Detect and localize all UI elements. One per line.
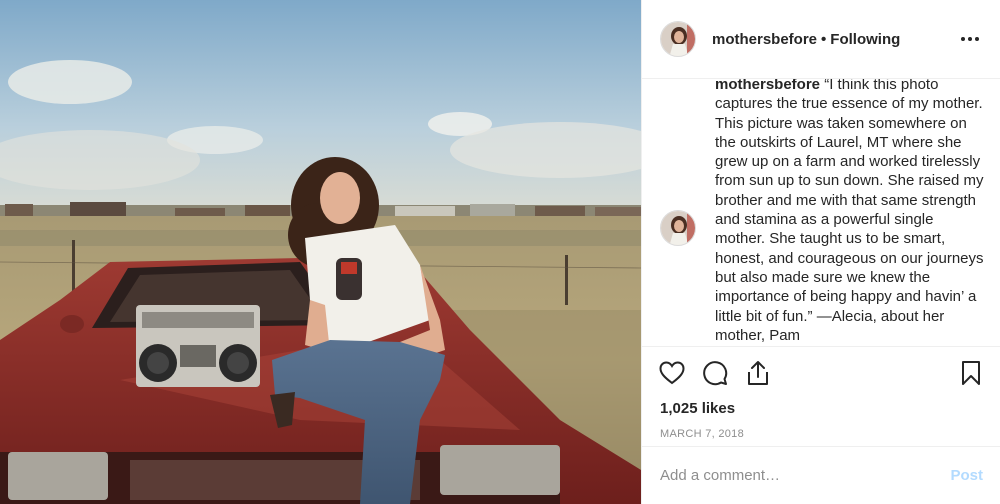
comments-area[interactable]: mothersbefore “I think this photo captur… bbox=[642, 79, 1000, 346]
post-actions-section: 1,025 likes MARCH 7, 2018 bbox=[642, 346, 1000, 442]
photo-illustration bbox=[0, 0, 641, 504]
heart-icon[interactable] bbox=[658, 359, 686, 387]
following-button[interactable]: Following bbox=[830, 31, 900, 48]
post-caption: mothersbefore “I think this photo captur… bbox=[715, 79, 987, 345]
post-photo[interactable] bbox=[0, 0, 641, 504]
bookmark-icon[interactable] bbox=[957, 359, 985, 387]
author-avatar[interactable] bbox=[660, 21, 696, 57]
likes-count[interactable]: 1,025 likes bbox=[642, 399, 1000, 419]
post-panel: mothersbefore • Following mothersbefore … bbox=[641, 0, 1000, 504]
more-options-icon[interactable] bbox=[958, 27, 982, 51]
more-dot bbox=[961, 37, 965, 41]
post-comment-button[interactable]: Post bbox=[950, 467, 983, 484]
header-separator: • bbox=[821, 30, 827, 48]
caption-author-avatar[interactable] bbox=[660, 210, 696, 246]
caption-username[interactable]: mothersbefore bbox=[715, 79, 820, 93]
comment-input[interactable] bbox=[660, 467, 951, 484]
add-comment-bar: Post bbox=[642, 446, 1000, 504]
post-header: mothersbefore • Following bbox=[642, 0, 1000, 79]
post-date[interactable]: MARCH 7, 2018 bbox=[642, 426, 1000, 442]
caption-text: “I think this photo captures the true es… bbox=[715, 79, 984, 344]
author-username[interactable]: mothersbefore bbox=[712, 31, 817, 48]
more-dot bbox=[968, 37, 972, 41]
comment-icon[interactable] bbox=[701, 359, 729, 387]
more-dot bbox=[975, 37, 979, 41]
action-bar bbox=[642, 347, 1000, 399]
share-icon[interactable] bbox=[744, 359, 772, 387]
